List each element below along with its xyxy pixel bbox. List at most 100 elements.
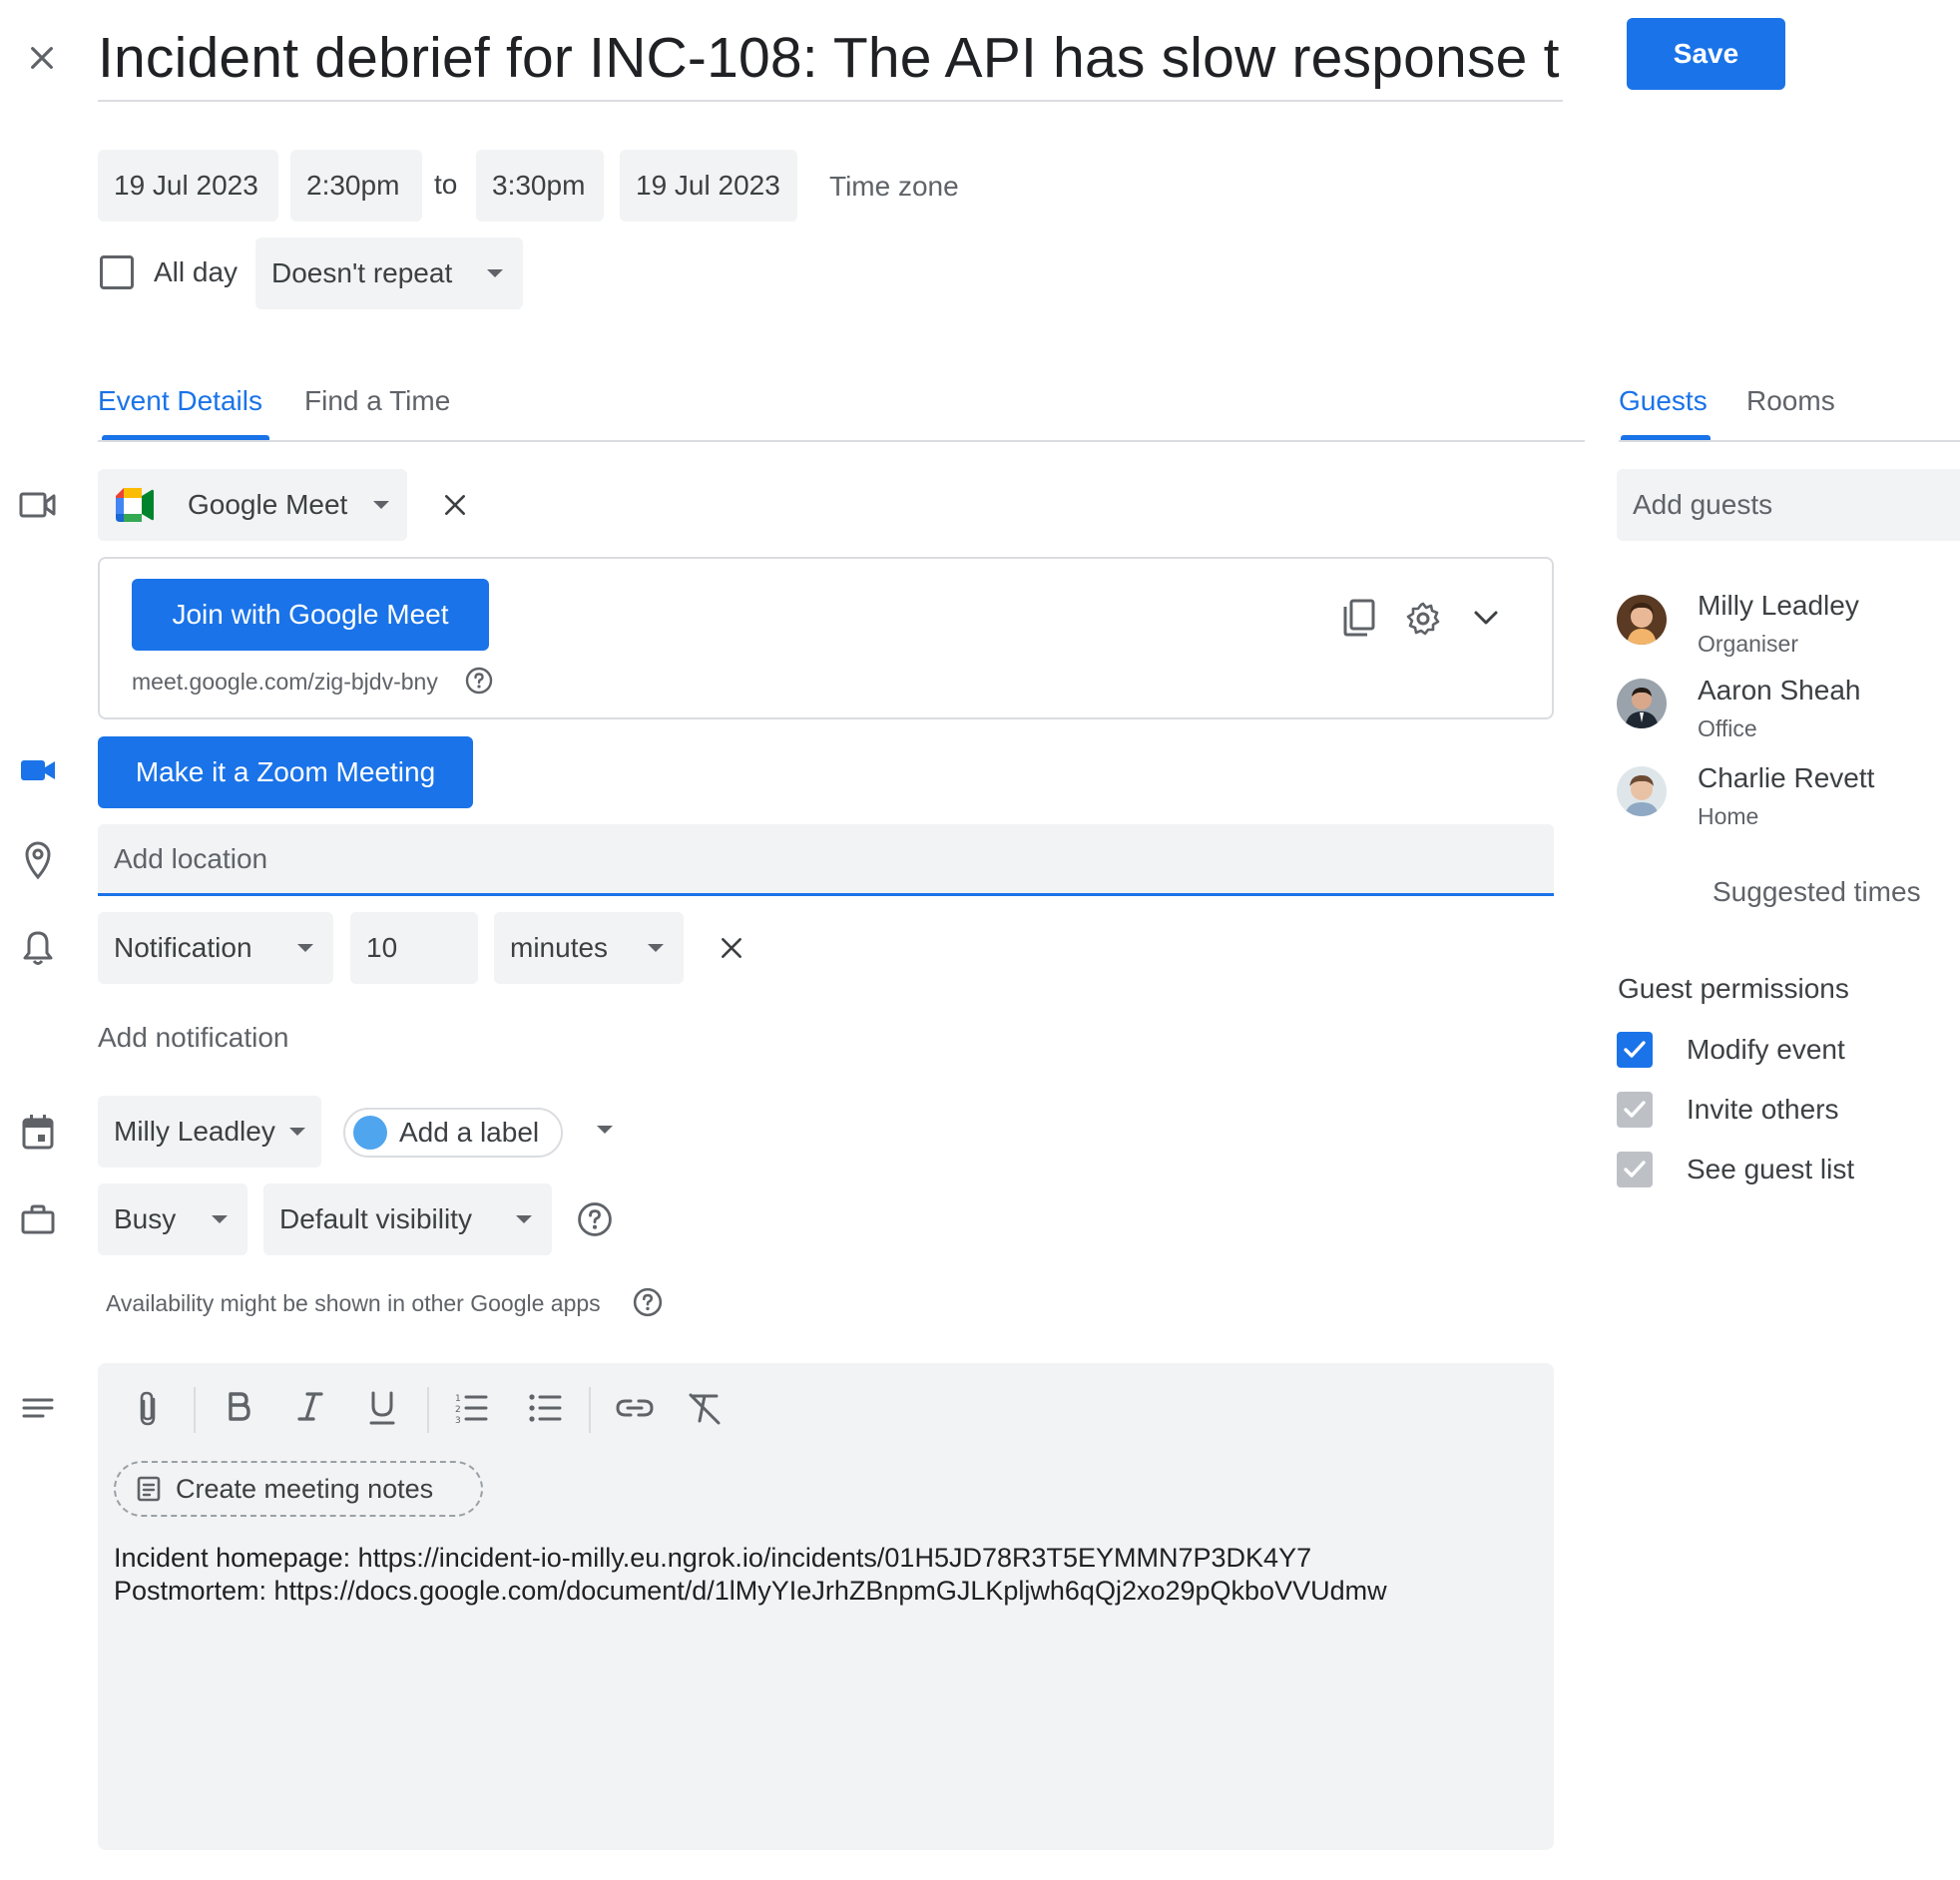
- calendar-icon: [16, 1110, 60, 1154]
- toolbar-divider: [194, 1387, 196, 1433]
- tab-rooms[interactable]: Rooms: [1746, 385, 1835, 417]
- to-label: to: [434, 169, 458, 200]
- svg-text:3: 3: [455, 1416, 461, 1425]
- toolbar-divider: [427, 1387, 429, 1433]
- start-date-chip[interactable]: 19 Jul 2023: [98, 150, 278, 222]
- join-meet-button[interactable]: Join with Google Meet: [132, 579, 489, 651]
- notification-type: Notification: [114, 932, 252, 963]
- label-placeholder: Add a label: [399, 1117, 540, 1148]
- description-text: Incident homepage: https://incident-io-m…: [114, 1542, 1387, 1608]
- title-field[interactable]: Incident debrief for INC-108: The API ha…: [98, 20, 1563, 102]
- modify-event-checkbox[interactable]: [1617, 1032, 1653, 1068]
- chevron-down-icon: [648, 944, 664, 952]
- tab-find-a-time[interactable]: Find a Time: [304, 385, 450, 417]
- attachment-icon[interactable]: [134, 1389, 164, 1429]
- visibility-value: Default visibility: [279, 1203, 472, 1234]
- zoom-camera-icon: [16, 748, 60, 792]
- chevron-down-icon[interactable]: [1473, 609, 1499, 627]
- gear-icon[interactable]: [1405, 601, 1441, 637]
- notification-unit-dropdown[interactable]: minutes: [494, 912, 684, 984]
- busy-status: Busy: [114, 1203, 177, 1234]
- see-guest-list-checkbox[interactable]: [1617, 1152, 1653, 1187]
- meet-link[interactable]: meet.google.com/zig-bjdv-bny: [132, 669, 438, 696]
- conference-provider-dropdown[interactable]: Google Meet: [98, 469, 407, 541]
- link-icon[interactable]: [615, 1395, 655, 1421]
- avatar: [1617, 766, 1667, 816]
- guest-role: Home: [1698, 803, 1759, 829]
- chevron-down-icon: [487, 269, 503, 277]
- close-icon: [445, 495, 465, 515]
- repeat-dropdown[interactable]: Doesn't repeat: [255, 237, 523, 309]
- create-meeting-notes-button[interactable]: Create meeting notes: [114, 1461, 483, 1517]
- add-notification-link[interactable]: Add notification: [98, 1022, 288, 1054]
- label-color-dot: [353, 1116, 387, 1150]
- remove-notification-button[interactable]: [710, 926, 753, 970]
- video-camera-icon: [16, 483, 60, 527]
- notification-value-input[interactable]: 10: [350, 912, 478, 984]
- repeat-value: Doesn't repeat: [271, 257, 453, 288]
- calendar-owner-dropdown[interactable]: Milly Leadley: [98, 1096, 321, 1168]
- bold-icon[interactable]: [224, 1389, 253, 1425]
- notification-unit: minutes: [510, 932, 609, 963]
- calendar-owner: Milly Leadley: [114, 1116, 275, 1147]
- tab-event-details[interactable]: Event Details: [98, 385, 262, 417]
- copy-icon[interactable]: [1341, 599, 1377, 637]
- checkmark-icon: [1624, 1161, 1646, 1177]
- zoom-meeting-button[interactable]: Make it a Zoom Meeting: [98, 736, 473, 808]
- svg-text:2: 2: [455, 1405, 461, 1415]
- checkmark-icon: [1624, 1101, 1646, 1118]
- invite-others-label: Invite others: [1687, 1094, 1839, 1125]
- numbered-list-icon[interactable]: 123: [453, 1391, 489, 1425]
- location-input[interactable]: Add location: [98, 824, 1554, 896]
- avatar: [1617, 595, 1667, 645]
- invite-others-checkbox[interactable]: [1617, 1092, 1653, 1128]
- bulleted-list-icon[interactable]: [527, 1391, 563, 1425]
- toolbar-divider: [589, 1387, 591, 1433]
- clear-formatting-icon[interactable]: [687, 1391, 723, 1425]
- avatar: [1617, 679, 1667, 728]
- notification-type-dropdown[interactable]: Notification: [98, 912, 333, 984]
- google-meet-logo-icon: [116, 488, 154, 522]
- chevron-down-icon: [212, 1215, 228, 1223]
- create-meeting-notes-label: Create meeting notes: [176, 1473, 434, 1504]
- time-zone-link[interactable]: Time zone: [829, 171, 959, 203]
- chevron-down-icon: [516, 1215, 532, 1223]
- svg-text:1: 1: [455, 1394, 461, 1404]
- close-icon: [31, 47, 53, 69]
- end-time-chip[interactable]: 3:30pm: [476, 150, 604, 222]
- checkmark-icon: [1624, 1041, 1646, 1058]
- italic-icon[interactable]: [295, 1389, 325, 1425]
- start-time-chip[interactable]: 2:30pm: [290, 150, 422, 222]
- guest-role: Office: [1698, 715, 1757, 741]
- chevron-down-icon: [297, 944, 313, 952]
- guest-role: Organiser: [1698, 631, 1798, 657]
- help-icon[interactable]: [577, 1201, 613, 1237]
- guest-name: Charlie Revett: [1698, 762, 1875, 793]
- busy-status-dropdown[interactable]: Busy: [98, 1183, 247, 1255]
- suggested-times-button[interactable]: Suggested times: [1713, 876, 1921, 908]
- postmortem-line: Postmortem: https://docs.google.com/docu…: [114, 1576, 1387, 1606]
- all-day-checkbox[interactable]: [100, 255, 134, 289]
- tabs-divider: [98, 440, 1585, 442]
- end-date-chip[interactable]: 19 Jul 2023: [620, 150, 797, 222]
- chevron-down-icon: [289, 1128, 305, 1136]
- help-icon[interactable]: [465, 667, 493, 695]
- right-tabs-divider: [1619, 440, 1960, 442]
- see-guest-list-label: See guest list: [1687, 1154, 1855, 1184]
- visibility-dropdown[interactable]: Default visibility: [263, 1183, 552, 1255]
- close-icon: [722, 938, 741, 958]
- help-icon[interactable]: [633, 1287, 663, 1317]
- add-guests-input[interactable]: Add guests: [1617, 469, 1960, 541]
- close-button[interactable]: [20, 36, 64, 80]
- document-icon: [137, 1476, 161, 1502]
- modify-event-label: Modify event: [1687, 1034, 1845, 1065]
- label-picker[interactable]: Add a label: [343, 1108, 563, 1158]
- save-button[interactable]: Save: [1627, 18, 1785, 90]
- guest-permissions-heading: Guest permissions: [1618, 973, 1849, 1004]
- guest-name: Aaron Sheah: [1698, 675, 1861, 705]
- remove-conference-button[interactable]: [433, 483, 477, 527]
- underline-icon[interactable]: [367, 1389, 397, 1427]
- availability-note: Availability might be shown in other Goo…: [106, 1290, 601, 1316]
- tab-guests[interactable]: Guests: [1619, 385, 1708, 417]
- label-chevron-down-icon[interactable]: [597, 1126, 613, 1134]
